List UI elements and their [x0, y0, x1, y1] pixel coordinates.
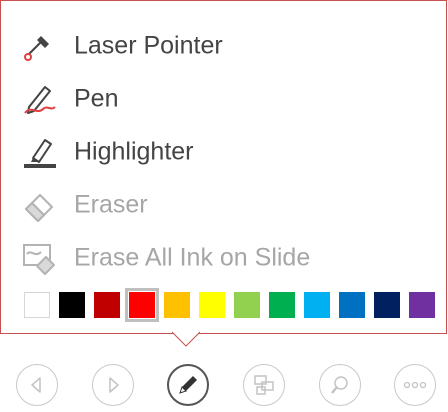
color-swatch-9[interactable]: [339, 292, 365, 318]
zoom-button[interactable]: [319, 364, 361, 406]
color-swatch-5[interactable]: [199, 292, 225, 318]
color-swatch-0[interactable]: [24, 292, 50, 318]
previous-slide-button[interactable]: [16, 364, 58, 406]
pen-icon: [21, 81, 57, 117]
color-swatch-1[interactable]: [59, 292, 85, 318]
color-swatch-4[interactable]: [164, 292, 190, 318]
slides-grid-icon: [254, 375, 274, 395]
eraser-icon: [21, 187, 57, 223]
color-swatch-2[interactable]: [94, 292, 120, 318]
color-swatch-8[interactable]: [304, 292, 330, 318]
more-icon: [403, 381, 427, 389]
pen-tools-button[interactable]: [167, 364, 209, 406]
more-options-button[interactable]: [394, 364, 436, 406]
color-swatch-10[interactable]: [374, 292, 400, 318]
see-all-slides-button[interactable]: [243, 364, 285, 406]
chevron-right-icon: [109, 377, 119, 393]
menu-item-label: Pen: [74, 84, 119, 113]
menu-item-eraser[interactable]: Eraser: [1, 178, 446, 232]
menu-item-laser-pointer[interactable]: Laser Pointer: [1, 19, 446, 73]
laser-pointer-icon: [21, 28, 57, 64]
menu-item-label: Eraser: [74, 190, 148, 219]
menu-item-label: Highlighter: [74, 137, 194, 166]
presenter-toolbar: [0, 364, 448, 408]
pen-tools-menu: Laser Pointer Pen Highlighter Eraser Era…: [0, 0, 447, 334]
menu-item-highlighter[interactable]: Highlighter: [1, 125, 446, 179]
chevron-left-icon: [31, 377, 41, 393]
pen-icon: [179, 376, 197, 394]
magnifier-icon: [331, 376, 348, 394]
ink-color-palette: [24, 288, 435, 322]
menu-item-label: Laser Pointer: [74, 31, 223, 60]
erase-all-ink-icon: [21, 240, 57, 276]
menu-item-erase-all-ink[interactable]: Erase All Ink on Slide: [1, 231, 446, 285]
menu-item-label: Erase All Ink on Slide: [74, 243, 311, 272]
highlighter-icon: [21, 134, 57, 170]
next-slide-button[interactable]: [92, 364, 134, 406]
color-swatch-3[interactable]: [125, 288, 159, 322]
color-swatch-7[interactable]: [269, 292, 295, 318]
menu-item-pen[interactable]: Pen: [1, 72, 446, 126]
color-swatch-11[interactable]: [409, 292, 435, 318]
color-swatch-6[interactable]: [234, 292, 260, 318]
